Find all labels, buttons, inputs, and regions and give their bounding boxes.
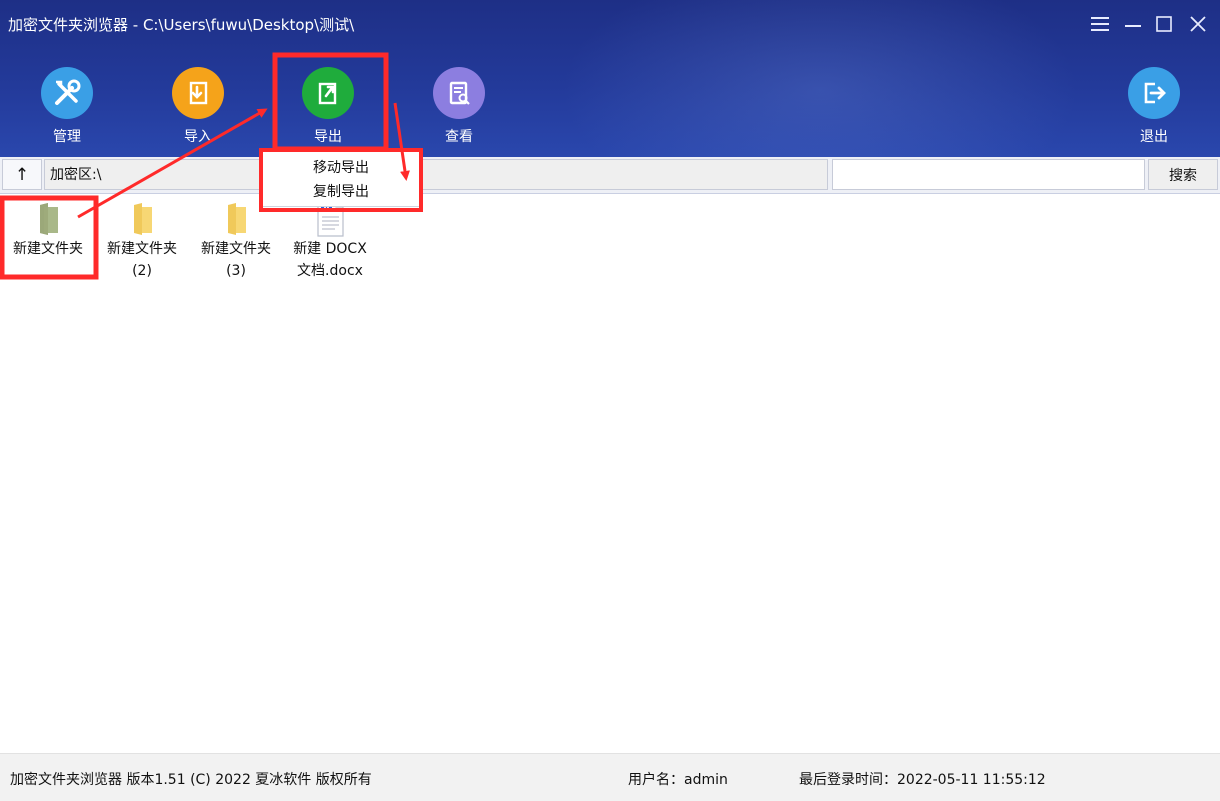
file-name: 新建文件夹 [13,241,83,257]
maximize-icon[interactable] [1152,12,1176,36]
search-button[interactable]: 搜索 [1148,159,1218,190]
file-item[interactable]: 新建文件夹 (3) [190,197,282,281]
file-name: 新建 DOCX [293,241,367,257]
manage-label: 管理 [53,129,81,145]
import-button[interactable]: 导入 [158,67,238,146]
up-button[interactable]: ↑ [2,159,42,190]
menu-item-move-export[interactable]: 移动导出 [263,156,419,180]
file-item[interactable]: 新建文件夹 [2,197,94,261]
path-field[interactable]: 加密区:\ [44,159,828,190]
logout-label: 退出 [1140,129,1168,145]
app-info-text: 加密文件夹浏览器 版本1.51 (C) 2022 夏冰软件 版权所有 [10,772,372,788]
view-button[interactable]: 查看 [419,67,499,146]
export-dropdown-menu: 移动导出 复制导出 [262,151,420,207]
logout-icon [1128,67,1180,119]
last-login-text: 最后登录时间：2022-05-11 11:55:12 [799,772,1046,788]
menu-item-copy-export[interactable]: 复制导出 [263,180,419,204]
status-bar: 加密文件夹浏览器 版本1.51 (C) 2022 夏冰软件 版权所有 用户名：a… [0,753,1220,801]
file-item[interactable]: 新建文件夹 (2) [96,197,188,281]
import-icon [172,67,224,119]
menu-icon[interactable] [1088,12,1112,36]
folder-icon [96,197,188,237]
import-label: 导入 [184,129,212,145]
export-icon [302,67,354,119]
export-button[interactable]: 导出 [288,67,368,146]
logout-button[interactable]: 退出 [1114,67,1194,146]
view-label: 查看 [445,129,473,145]
file-name: 新建文件夹 [201,241,271,257]
manage-button[interactable]: 管理 [27,67,107,146]
folder-icon [2,197,94,237]
file-name: 新建文件夹 [107,241,177,257]
minimize-icon[interactable] [1121,12,1145,36]
file-name-line2: 文档.docx [297,263,363,279]
window-title: 加密文件夹浏览器 - C:\Users\fuwu\Desktop\测试\ [8,16,355,34]
file-item[interactable]: 新建 DOCX 文档.docx [284,197,376,281]
search-input[interactable] [832,159,1145,190]
address-bar: ↑ 加密区:\ 搜索 [0,157,1220,194]
user-name-text: 用户名：admin [628,772,728,788]
file-name-line2: (2) [132,263,152,279]
view-icon [433,67,485,119]
app-header: 加密文件夹浏览器 - C:\Users\fuwu\Desktop\测试\ 管理 [0,0,1220,157]
file-name-line2: (3) [226,263,246,279]
export-label: 导出 [314,129,342,145]
close-icon[interactable] [1186,12,1210,36]
tools-icon [41,67,93,119]
